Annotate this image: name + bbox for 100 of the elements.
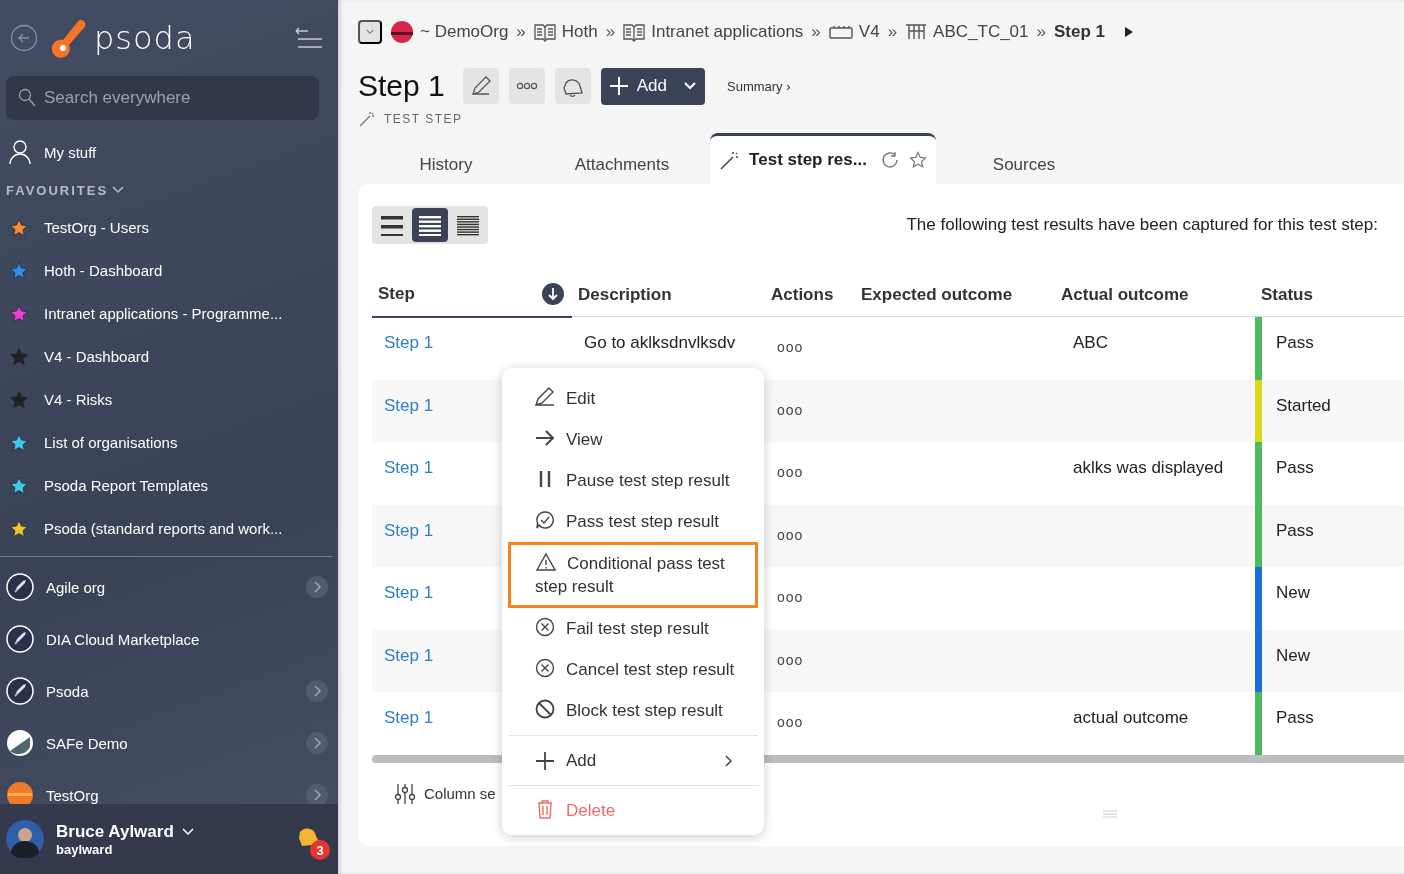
tab[interactable]: Test step res... bbox=[710, 133, 936, 184]
row-actions-button[interactable]: ooo bbox=[777, 714, 804, 730]
favourite-link[interactable]: V4 - Dashboard bbox=[44, 348, 150, 365]
menu-item[interactable]: Edit bbox=[508, 378, 758, 419]
menu-item[interactable]: Block test step result bbox=[508, 690, 758, 731]
sidebar-item[interactable]: My stuff bbox=[44, 143, 97, 161]
favourite-link[interactable]: V4 - Risks bbox=[44, 391, 113, 408]
expand-button[interactable] bbox=[306, 784, 328, 804]
bell-button[interactable] bbox=[554, 68, 591, 104]
page-title: Step 1 bbox=[358, 69, 445, 103]
intro-text: The following test results have been captured for this test step: bbox=[906, 215, 1378, 235]
search-icon bbox=[18, 88, 36, 108]
tab[interactable]: Sources bbox=[936, 146, 1112, 184]
row-actions-button[interactable]: ooo bbox=[777, 526, 804, 543]
menu-item[interactable]: Fail test step result bbox=[508, 608, 758, 649]
separator: » bbox=[516, 22, 526, 42]
favourite-link[interactable]: Psoda Report Templates bbox=[44, 477, 208, 494]
row-actions-button[interactable]: ooo bbox=[777, 651, 804, 668]
column-header[interactable]: Actual outcome bbox=[1061, 285, 1189, 305]
pencil-icon bbox=[534, 387, 556, 407]
cross-circle-icon bbox=[534, 617, 556, 637]
organisation-item[interactable]: TestOrg bbox=[46, 786, 294, 804]
menu-item[interactable]: Add bbox=[508, 740, 758, 781]
menu-item[interactable]: Pass test step result bbox=[508, 501, 758, 542]
favourite-link[interactable]: List of organisations bbox=[44, 434, 178, 451]
chevron-right-icon bbox=[313, 789, 321, 801]
organisation-item[interactable]: DIA Cloud Marketplace bbox=[46, 630, 328, 648]
summary-link[interactable]: Summary › bbox=[727, 78, 791, 94]
breadcrumb-link[interactable]: Intranet applications bbox=[651, 22, 804, 42]
tab[interactable]: Attachments bbox=[534, 146, 710, 184]
breadcrumb-link[interactable]: ABC_TC_01 bbox=[933, 22, 1029, 42]
breadcrumb-link[interactable]: Step 1 bbox=[1054, 22, 1106, 42]
menu-item[interactable]: View bbox=[508, 419, 758, 460]
plus-icon bbox=[608, 76, 629, 96]
more-button[interactable] bbox=[508, 68, 545, 104]
dropdown-button[interactable] bbox=[358, 20, 382, 44]
tab[interactable]: History bbox=[358, 146, 534, 184]
avatar bbox=[6, 820, 44, 858]
step-link[interactable]: Step 1 bbox=[384, 333, 434, 352]
step-link[interactable]: Step 1 bbox=[384, 458, 434, 477]
refresh-icon[interactable] bbox=[880, 151, 901, 169]
favourite-link[interactable]: Intranet applications - Programme... bbox=[44, 305, 283, 322]
row-actions-button[interactable]: ooo bbox=[777, 339, 804, 355]
column-settings-link[interactable]: Column se bbox=[424, 785, 496, 802]
edit-button[interactable] bbox=[462, 68, 499, 104]
back-icon[interactable] bbox=[10, 24, 38, 52]
organisation-item[interactable]: Agile org bbox=[46, 578, 294, 596]
resize-handle-icon[interactable] bbox=[1102, 810, 1118, 820]
more-icon bbox=[515, 82, 538, 90]
column-header[interactable]: Status bbox=[1261, 285, 1313, 305]
plus-icon bbox=[534, 750, 556, 771]
row-actions-button[interactable]: ooo bbox=[777, 401, 804, 418]
star-icon[interactable] bbox=[908, 151, 927, 169]
column-header[interactable]: Expected outcome bbox=[861, 285, 1013, 305]
breadcrumb-link[interactable]: V4 bbox=[858, 22, 880, 42]
step-link[interactable]: Step 1 bbox=[384, 520, 434, 540]
expand-button[interactable] bbox=[306, 576, 328, 598]
row-actions-button[interactable]: ooo bbox=[777, 464, 804, 480]
column-header[interactable]: Actions bbox=[771, 285, 834, 305]
rows-icon bbox=[380, 214, 404, 236]
organisation-item[interactable]: SAFe Demo bbox=[46, 734, 294, 752]
status-text: Pass bbox=[1275, 332, 1314, 354]
row-actions-button[interactable]: ooo bbox=[777, 589, 804, 605]
step-link[interactable]: Step 1 bbox=[384, 645, 434, 665]
favourite-link[interactable]: TestOrg - Users bbox=[44, 219, 149, 236]
notification-badge: 3 bbox=[310, 840, 330, 860]
search-field[interactable]: Search everywhere bbox=[6, 76, 319, 120]
column-header[interactable]: Step bbox=[378, 284, 415, 304]
person-icon bbox=[8, 139, 32, 165]
step-link[interactable]: Step 1 bbox=[384, 583, 434, 602]
arrow-right-icon bbox=[534, 428, 556, 448]
building-icon bbox=[6, 729, 34, 757]
status-text: Pass bbox=[1275, 519, 1314, 542]
user-name[interactable]: Bruce Aylward bbox=[56, 821, 174, 842]
step-link[interactable]: Step 1 bbox=[384, 395, 434, 415]
menu-item[interactable]: Cancel test step result bbox=[508, 649, 758, 690]
table-cell: actual outcome bbox=[1073, 708, 1189, 727]
item-type: TEST STEP bbox=[384, 112, 463, 126]
separator: » bbox=[887, 22, 898, 42]
breadcrumb-link[interactable]: ~ DemoOrg bbox=[420, 22, 509, 42]
step-link[interactable]: Step 1 bbox=[384, 708, 434, 727]
favourite-link[interactable]: Psoda (standard reports and work... bbox=[44, 520, 283, 537]
check-bubble-icon bbox=[534, 510, 556, 530]
sort-down-icon[interactable] bbox=[542, 283, 564, 305]
book-icon bbox=[533, 22, 556, 42]
breadcrumb-link[interactable]: Hoth bbox=[561, 22, 598, 42]
pencil-icon bbox=[469, 75, 492, 97]
wand-icon bbox=[358, 110, 376, 128]
density-button[interactable] bbox=[412, 208, 448, 242]
section-heading: FAVOURITES bbox=[6, 182, 109, 198]
expand-button[interactable] bbox=[306, 680, 328, 702]
column-header[interactable]: Description bbox=[578, 285, 672, 305]
menu-item[interactable]: Pause test step result bbox=[508, 460, 758, 501]
favourite-link[interactable]: Hoth - Dashboard bbox=[44, 262, 163, 279]
rows-icon bbox=[418, 214, 442, 236]
expand-button[interactable] bbox=[306, 732, 328, 754]
menu-item[interactable]: Conditional pass test step result bbox=[508, 542, 758, 608]
add-button[interactable]: Add bbox=[600, 67, 705, 105]
organisation-item[interactable]: Psoda bbox=[46, 682, 294, 700]
chevron-down-icon[interactable] bbox=[112, 186, 125, 194]
